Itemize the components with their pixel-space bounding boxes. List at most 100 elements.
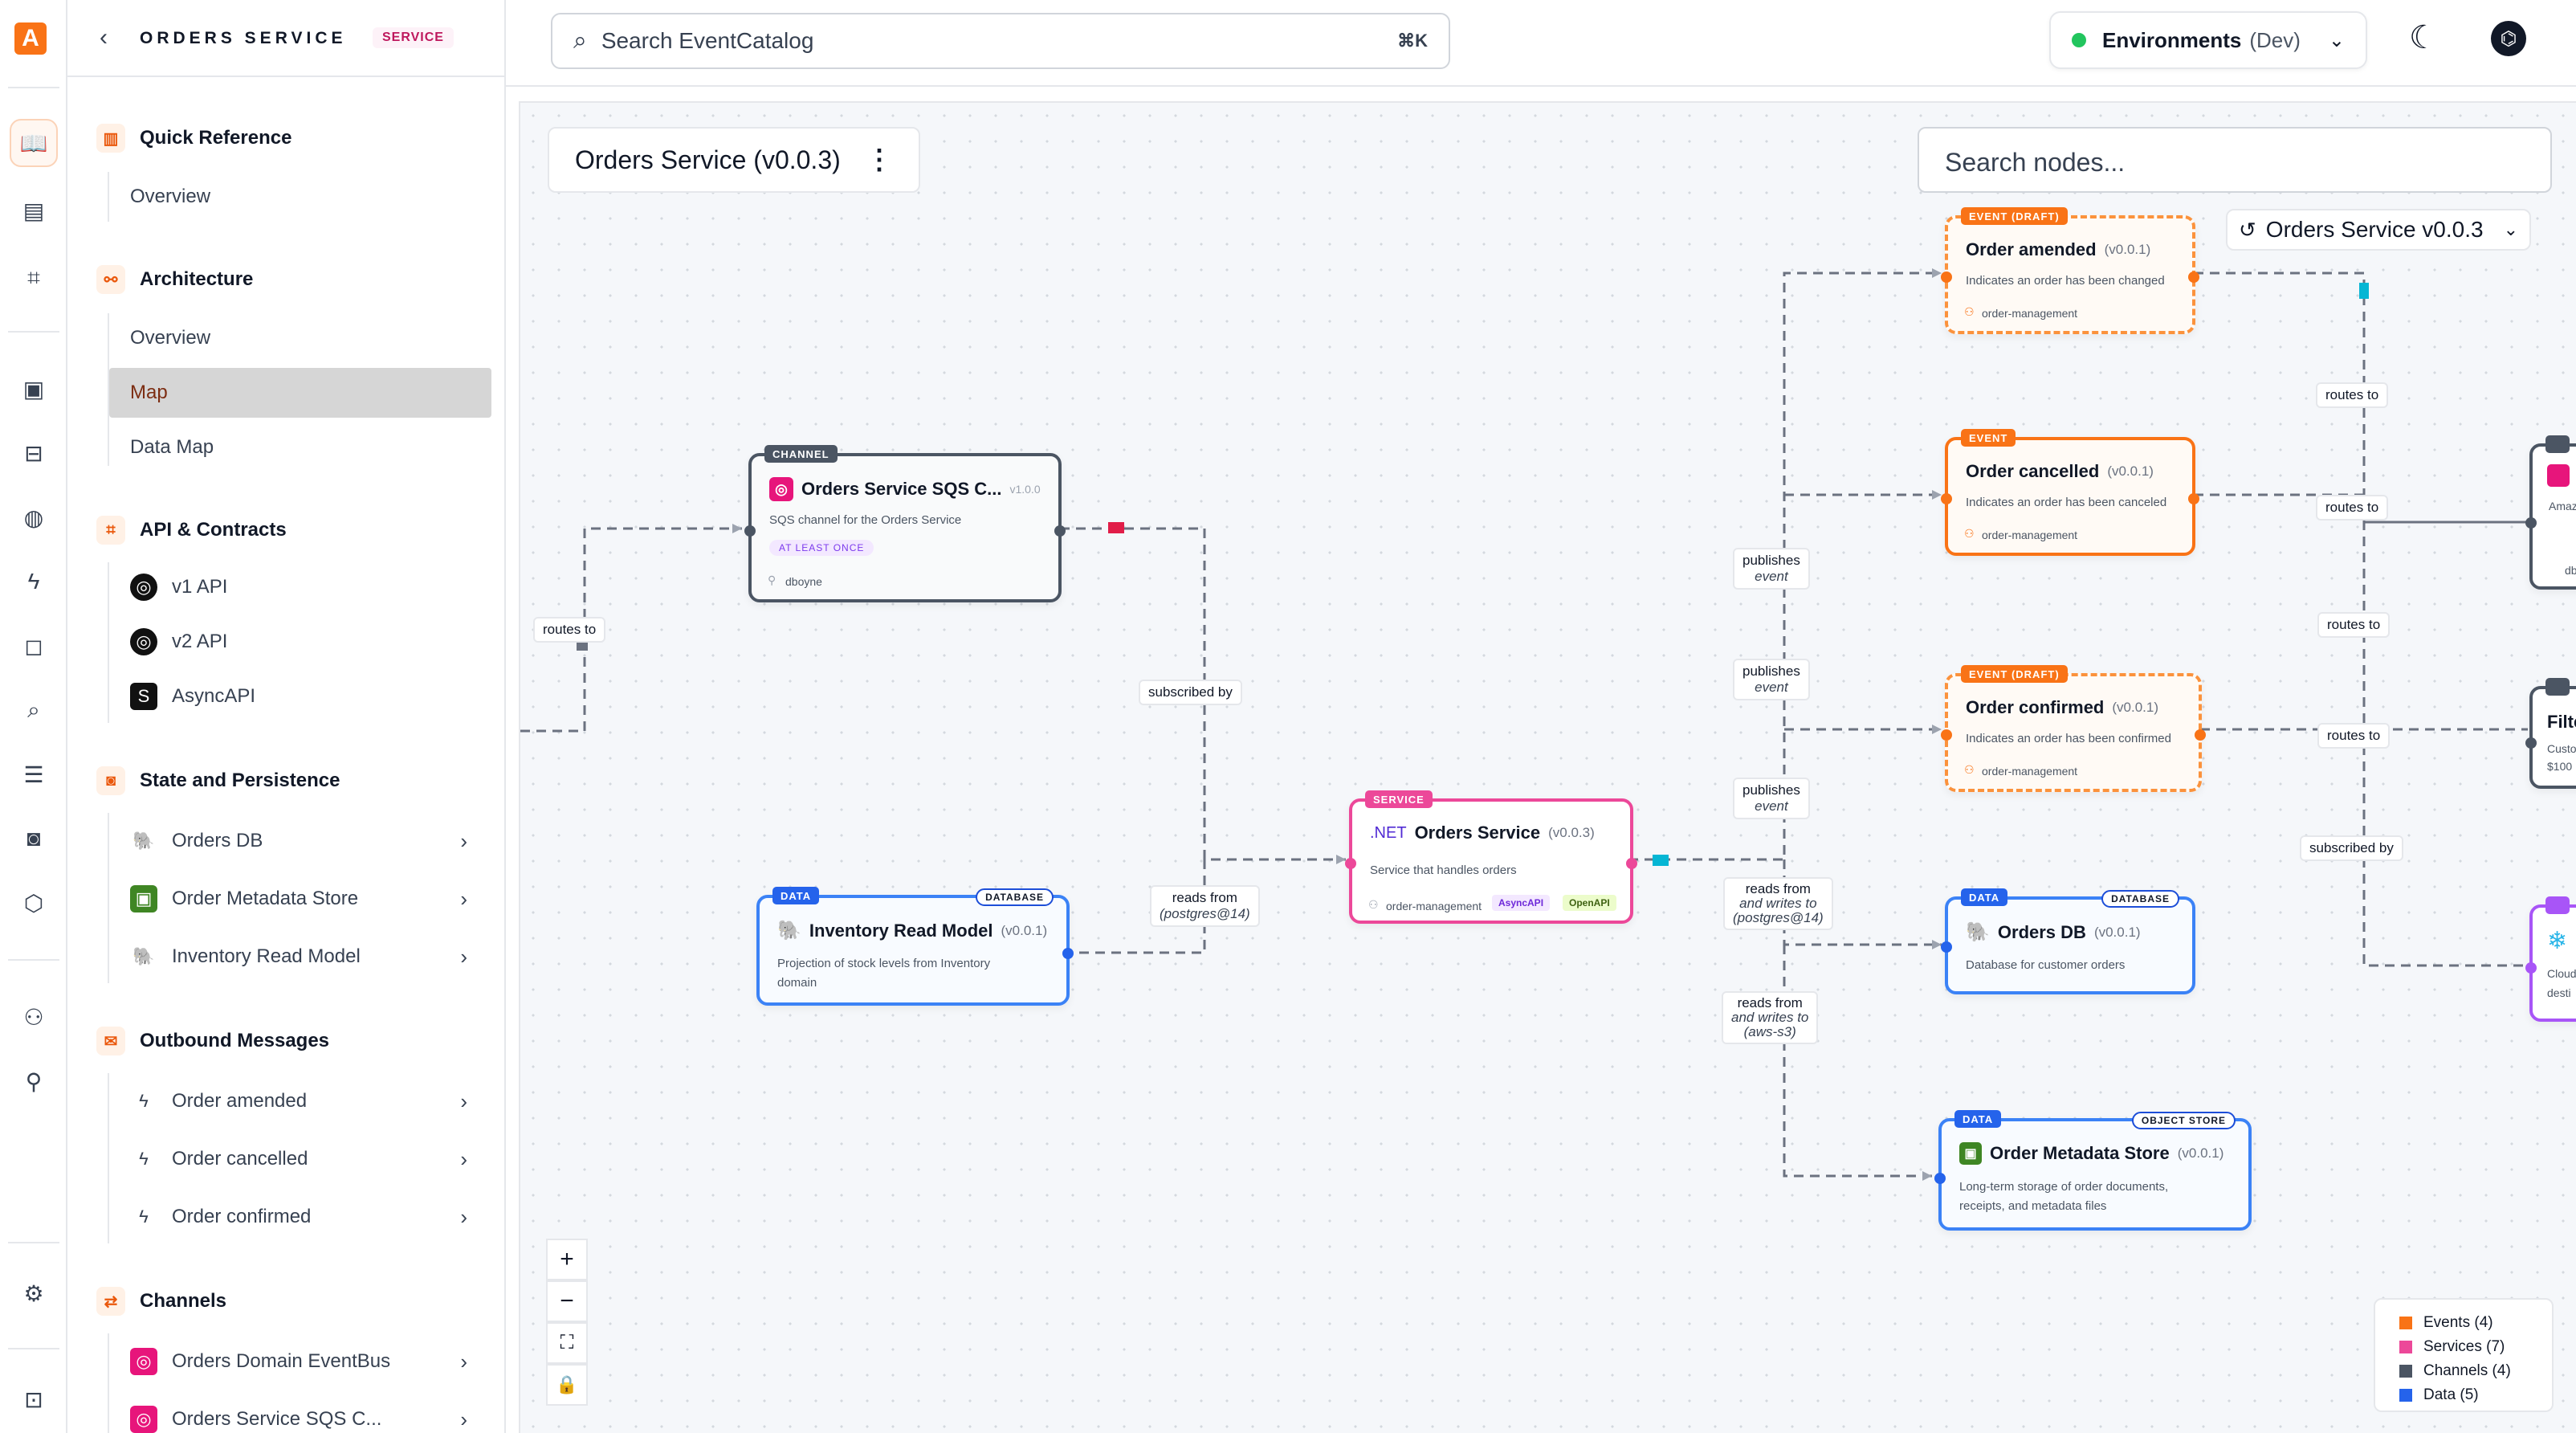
back-chevron-icon[interactable]: ‹ [100, 24, 108, 51]
sidebar-item-label: v2 API [172, 631, 228, 652]
version-select[interactable]: ↺ Orders Service v0.0.3 ⌄ [2226, 209, 2531, 251]
edge-label-publishes-3: publishes event [1733, 778, 1810, 819]
chevron-right-icon: › [460, 1204, 467, 1229]
inbox-icon[interactable]: ⊟ [10, 429, 58, 477]
logo-icon[interactable]: A [14, 22, 47, 55]
domains-icon[interactable]: ▣ [10, 365, 58, 413]
settings-gear-icon[interactable]: ⚙ [10, 1269, 58, 1317]
map-canvas[interactable]: Orders Service (v0.0.3) ⋮ Search nodes..… [519, 101, 2576, 1433]
sidebar-item-label: Order Metadata Store [172, 888, 359, 909]
legend-label: Data (5) [2423, 1386, 2479, 1403]
users-icon[interactable]: ⚇ [10, 993, 58, 1041]
fit-view-button[interactable]: ⛶ [546, 1322, 588, 1364]
search-input[interactable]: Search EventCatalog [601, 28, 1397, 54]
node-title-text: Order confirmed [1966, 697, 2105, 717]
sidebar-item-order-confirmed[interactable]: ϟ Order confirmed › [109, 1192, 491, 1242]
node-sqs-channel[interactable]: CHANNEL ◎ Orders Service SQS C... v1.0.0 S… [744, 445, 1066, 602]
node-title: 🐘 Orders DB (v0.0.1) [1966, 921, 2141, 944]
list-icon[interactable]: ☰ [10, 750, 58, 798]
openapi-badge: OpenAPI [1563, 895, 1616, 911]
search-icon[interactable]: ⌕ [10, 686, 58, 734]
sidebar-item-order-cancelled[interactable]: ϟ Order cancelled › [109, 1134, 491, 1184]
legend-item-channels[interactable]: Channels (4) [2399, 1359, 2528, 1383]
sqs-icon: ◎ [130, 1406, 157, 1433]
code-file-icon[interactable]: ⌗ [10, 254, 58, 302]
github-icon[interactable]: ⌬ [2491, 21, 2526, 56]
node-partial-amazon-channel[interactable]: Amaz db [2525, 435, 2576, 590]
node-order-confirmed[interactable]: EVENT (DRAFT) Order confirmed (v0.0.1) In… [1941, 665, 2206, 792]
legend-item-events[interactable]: Events (4) [2399, 1311, 2528, 1335]
node-tag: DATA [1961, 888, 2008, 906]
node-orders-service[interactable]: SERVICE .NET Orders Service (v0.0.3) Servi… [1345, 790, 1637, 924]
collapse-sidebar-icon[interactable]: ⊡ [10, 1375, 58, 1423]
lightning-icon[interactable]: ϟ [10, 557, 58, 606]
eventbridge-icon: ◎ [130, 1348, 157, 1375]
section-state-persistence: ◙ State and Persistence [96, 766, 340, 795]
users-icon: ⚇ [1964, 305, 1975, 318]
sidebar-item-inventory-read-model[interactable]: 🐘 Inventory Read Model › [109, 932, 491, 982]
lock-button[interactable]: 🔒 [546, 1364, 588, 1406]
sidebar-item-orders-domain-eventbus[interactable]: ◎ Orders Domain EventBus › [109, 1337, 491, 1386]
sidebar-item-orders-service-sqs[interactable]: ◎ Orders Service SQS C... › [109, 1394, 491, 1433]
cube-icon[interactable]: ⬡ [10, 879, 58, 927]
legend-item-services[interactable]: Services (7) [2399, 1335, 2528, 1359]
sidebar-item-label: Overview [130, 327, 211, 349]
node-desc: Custo [2547, 742, 2576, 755]
users-icon: ⚇ [1964, 763, 1975, 776]
sidebar-item-label: Overview [130, 186, 211, 207]
node-order-metadata-store[interactable]: DATA OBJECT STORE ▣ Order Metadata Store (… [1934, 1110, 2252, 1231]
legend-item-data[interactable]: Data (5) [2399, 1383, 2528, 1407]
search-box[interactable]: ⌕ Search EventCatalog ⌘K [551, 13, 1450, 69]
dark-mode-moon-icon[interactable]: ☾ [2409, 19, 2438, 56]
node-title-text: Inventory Read Model [809, 920, 993, 941]
more-vertical-icon[interactable]: ⋮ [866, 144, 893, 176]
users-icon: ⚇ [1964, 527, 1975, 540]
globe-icon[interactable]: ◍ [10, 493, 58, 541]
node-order-amended[interactable]: EVENT (DRAFT) Order amended (v0.0.1) Indi… [1941, 207, 2199, 334]
environments-dropdown[interactable]: Environments (Dev) ⌄ [2049, 11, 2367, 69]
node-title: ◎ Orders Service SQS C... v1.0.0 [769, 477, 1041, 501]
node-type-tag: OBJECT STORE [2131, 1112, 2236, 1129]
sidebar-item-asyncapi[interactable]: S AsyncAPI [109, 672, 491, 721]
sidebar-item-order-metadata-store[interactable]: ▣ Order Metadata Store › [109, 874, 491, 924]
database-icon[interactable]: ◙ [10, 814, 58, 863]
sqs-icon: ◎ [769, 477, 793, 501]
chevron-right-icon: › [460, 1406, 467, 1431]
mail-icon: ✉ [96, 1027, 125, 1055]
node-order-cancelled[interactable]: EVENT Order cancelled (v0.0.1) Indicates … [1941, 429, 2199, 556]
sidebar-item-label: Orders Domain EventBus [172, 1350, 391, 1372]
label-detail: and writes to [1739, 896, 1817, 911]
docs-book-icon[interactable]: 📖 [10, 119, 58, 167]
sidebar-item-data-map[interactable]: Data Map [109, 423, 491, 472]
s3-bucket-icon: ▣ [130, 885, 157, 912]
sidebar-item-v2-api[interactable]: ◎ v2 API [109, 617, 491, 667]
zoom-in-button[interactable]: + [546, 1239, 588, 1280]
node-title: Order amended (v0.0.1) [1966, 239, 2150, 260]
sidebar: ‹ ORDERS SERVICE SERVICE ▥ Quick Referen… [67, 0, 506, 1433]
node-partial-cloud[interactable]: ❄ Cloud desti [2525, 896, 2576, 1022]
chevron-down-icon: ⌄ [2328, 29, 2345, 51]
section-title: Outbound Messages [140, 1030, 330, 1051]
node-title-text: Order cancelled [1966, 461, 2100, 481]
user-icon[interactable]: ⚲ [10, 1057, 58, 1105]
sidebar-item-arch-overview[interactable]: Overview [109, 313, 491, 363]
node-orders-db[interactable]: DATA DATABASE 🐘 Orders DB (v0.0.1) Databas… [1941, 888, 2195, 994]
node-tag: CHANNEL [764, 445, 838, 463]
sidebar-item-overview[interactable]: Overview [109, 172, 491, 222]
lightning-icon: ϟ [139, 1149, 149, 1169]
database-icon: ◙ [96, 766, 125, 795]
delivery-pill: AT LEAST ONCE [769, 540, 874, 556]
section-title: Quick Reference [140, 127, 292, 149]
node-inventory-read-model[interactable]: DATA DATABASE 🐘 Inventory Read Model (v0.0… [756, 887, 1074, 1006]
sidebar-item-map[interactable]: Map [109, 368, 491, 418]
node-title-text: Orders DB [1997, 921, 2086, 942]
sidebar-item-orders-db[interactable]: 🐘 Orders DB › [109, 816, 491, 866]
sidebar-item-order-amended[interactable]: ϟ Order amended › [109, 1076, 491, 1126]
edge-label-reads-orders-db: reads from and writes to (postgres@14) [1723, 877, 1833, 930]
page-icon[interactable]: ▤ [10, 186, 58, 235]
node-partial-filter[interactable]: Filte Custo $100 [2525, 678, 2576, 789]
zoom-out-button[interactable]: − [546, 1280, 588, 1322]
search-nodes-input[interactable]: Search nodes... [1918, 127, 2552, 193]
sidebar-item-v1-api[interactable]: ◎ v1 API [109, 562, 491, 612]
chat-icon[interactable]: ◻ [10, 622, 58, 670]
